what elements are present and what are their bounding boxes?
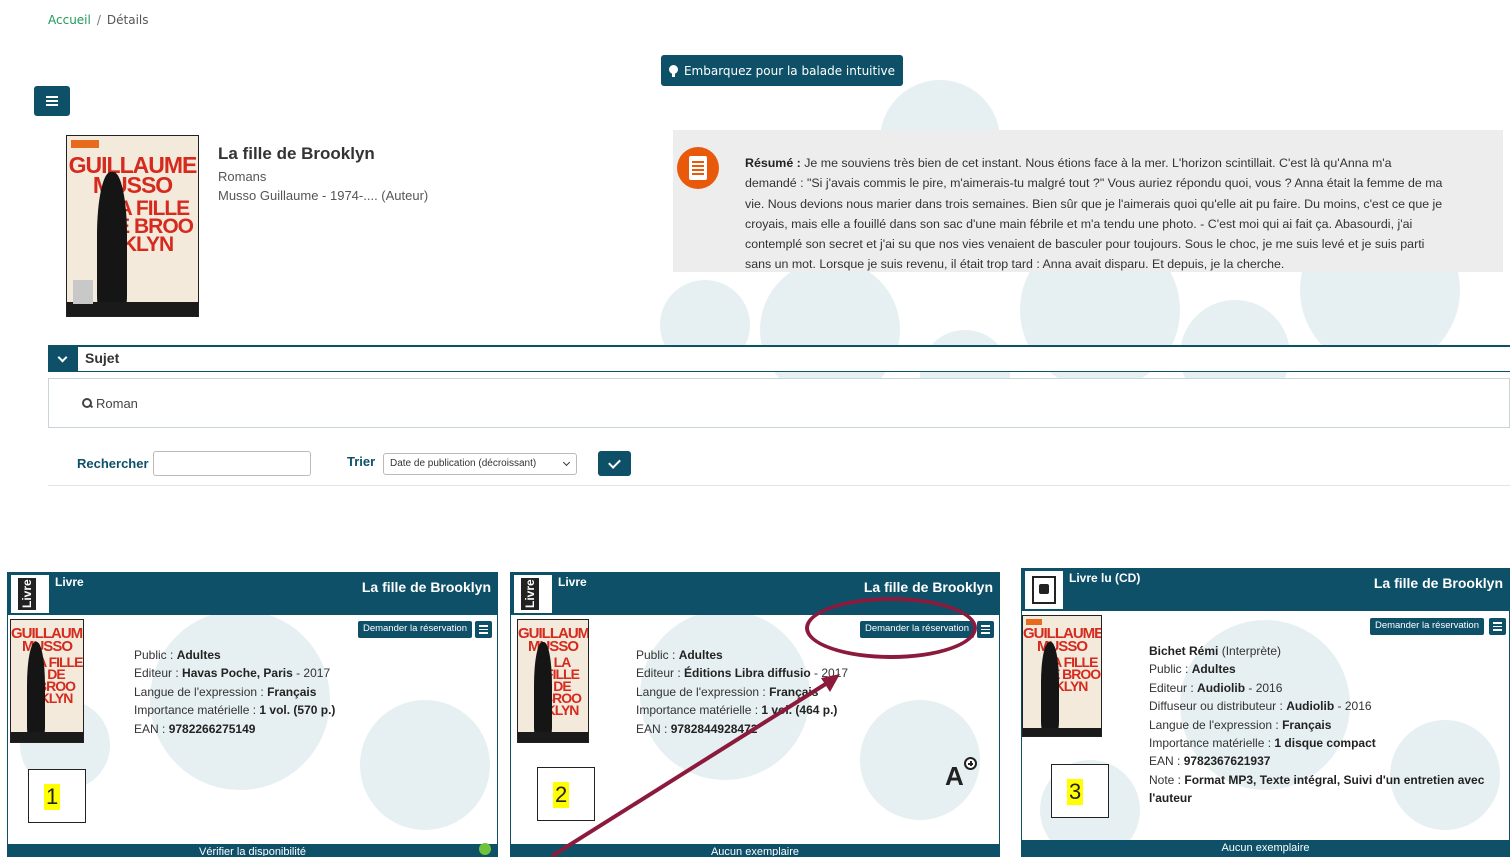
cover-title-text: LA FILLE DE BROO KLYN <box>101 197 194 257</box>
list-menu-button[interactable] <box>34 86 70 116</box>
book-cover-image: GUILLAUME MUSSO LA FILLE DE BROO KLYN <box>1022 615 1102 737</box>
book-author[interactable]: Musso Guillaume - 1974-.... (Auteur) <box>218 188 428 203</box>
card-details: Public : Adultes Editeur : Havas Poche, … <box>134 646 335 738</box>
annotation-number-box: 3 <box>1051 764 1109 818</box>
book-type-icon: Livre <box>514 575 552 613</box>
result-card-3: Livre lu (CD) La fille de Brooklyn Deman… <box>1021 568 1510 857</box>
search-label: Rechercher <box>77 456 149 471</box>
detail-line: Langue de l'expression : Français <box>1149 717 1332 732</box>
detail-line: Note : Format MP3, Texte intégral, Suivi… <box>1149 772 1485 806</box>
book-cover-image: GUILLAUME MUSSO LA FILLE DE BROO KLYN <box>10 619 84 743</box>
search-input[interactable] <box>153 451 311 476</box>
annotation-number-box: 1 <box>28 769 86 823</box>
city-skyline-icon <box>11 732 83 742</box>
card-type-label: Livre <box>558 575 587 589</box>
document-icon <box>677 147 719 189</box>
subject-accordion-header[interactable]: Sujet <box>48 345 1510 372</box>
no-copy-status: Aucun exemplaire <box>1022 840 1509 856</box>
detail-line: Diffuseur ou distributeur : Audiolib - 2… <box>1149 699 1372 714</box>
card-details: Bichet Rémi (Interprète) Public : Adulte… <box>1149 642 1499 808</box>
cover-title-text: LA FILLE DE BROO KLYN <box>29 654 83 707</box>
detail-line: Editeur : Havas Poche, Paris - 2017 <box>134 666 331 681</box>
chevron-down-icon <box>562 458 571 467</box>
detail-line: Public : Adultes <box>134 648 221 662</box>
breadcrumb: Accueil / Détails <box>48 13 149 27</box>
summary-panel: Résumé : Je me souviens très bien de cet… <box>673 130 1503 272</box>
card-type-label: Livre lu (CD) <box>1069 571 1141 585</box>
search-icon <box>82 398 93 409</box>
intuitive-tour-button[interactable]: Embarquez pour la balade intuitive <box>661 55 903 86</box>
subject-label: Sujet <box>85 350 120 366</box>
subject-link-roman[interactable]: Roman <box>82 396 138 411</box>
sort-label: Trier <box>347 454 376 469</box>
annotation-number: 1 <box>44 784 61 810</box>
card-header: Livre Livre La fille de Brooklyn <box>8 573 497 615</box>
result-card-1: Livre Livre La fille de Brooklyn Demande… <box>7 572 498 857</box>
woman-silhouette-icon <box>27 642 45 738</box>
subject-panel: Roman <box>48 378 1510 428</box>
subject-link-label: Roman <box>96 396 138 411</box>
card-title[interactable]: La fille de Brooklyn <box>864 579 993 595</box>
check-availability-link[interactable]: Vérifier la disponibilité <box>8 844 497 856</box>
detail-line: EAN : 9782266275149 <box>134 721 256 736</box>
publisher-logo-icon <box>71 140 99 148</box>
cover-title-text: LA FILLE DE BROO KLYN <box>1041 654 1101 695</box>
annotation-number: 3 <box>1067 779 1084 805</box>
chevron-down-icon[interactable] <box>48 347 78 372</box>
book-genre[interactable]: Romans <box>218 169 266 184</box>
audio-cd-icon <box>1025 571 1063 609</box>
cover-author-text: GUILLAUME MUSSO <box>68 152 198 198</box>
card-title[interactable]: La fille de Brooklyn <box>1374 575 1503 591</box>
reserve-button[interactable]: Demander la réservation <box>357 621 472 638</box>
intuitive-tour-label: Embarquez pour la balade intuitive <box>683 63 896 78</box>
breadcrumb-separator: / <box>96 13 101 27</box>
detail-line: Importance matérielle : 1 vol. (570 p.) <box>134 703 336 718</box>
summary-body: Je me souviens très bien de cet instant.… <box>745 156 1443 272</box>
reserve-button[interactable]: Demander la réservation <box>1369 618 1484 635</box>
detail-line: Public : Adultes <box>1149 662 1236 677</box>
woman-silhouette-icon <box>97 172 127 312</box>
card-type-label: Livre <box>55 575 84 589</box>
sort-select[interactable]: Date de publication (décroissant) <box>383 453 577 475</box>
book-type-icon: Livre <box>11 575 49 613</box>
annotation-ellipse <box>805 597 977 659</box>
list-icon[interactable] <box>1489 618 1506 635</box>
author-photo <box>73 280 93 304</box>
cover-author-text: GUILLAUME MUSSO <box>1023 625 1102 655</box>
detail-line: EAN : 9782367621937 <box>1149 754 1271 769</box>
zoom-text-icon[interactable]: A <box>945 757 977 792</box>
detail-line: Langue de l'expression : Français <box>134 684 317 699</box>
lightbulb-icon <box>668 64 678 77</box>
summary-label: Résumé : <box>745 156 801 170</box>
summary-text: Résumé : Je me souviens très bien de cet… <box>745 153 1445 275</box>
availability-dot-icon <box>479 843 491 855</box>
book-cover-image: GUILLAUME MUSSO LA FILLE DE BROO KLYN <box>66 135 199 317</box>
detail-line: Importance matérielle : 1 disque compact <box>1149 736 1376 751</box>
list-icon[interactable] <box>475 621 492 638</box>
card-header: Livre lu (CD) La fille de Brooklyn <box>1022 569 1509 611</box>
book-title: La fille de Brooklyn <box>218 144 375 163</box>
detail-line: Public : Adultes <box>636 648 723 662</box>
breadcrumb-home-link[interactable]: Accueil <box>48 13 91 27</box>
breadcrumb-current: Détails <box>106 13 149 27</box>
cover-author-text: GUILLAUME MUSSO <box>11 625 84 655</box>
annotation-arrow-icon <box>550 674 840 857</box>
city-skyline-icon <box>67 302 198 316</box>
divider <box>48 485 1510 486</box>
detail-line: Bichet Rémi (Interprète) <box>1149 644 1282 658</box>
apply-sort-button[interactable] <box>598 451 631 476</box>
sort-selected-value: Date de publication (décroissant) <box>390 458 537 469</box>
card-title[interactable]: La fille de Brooklyn <box>362 579 491 595</box>
city-skyline-icon <box>1023 728 1101 736</box>
detail-line: Editeur : Audiolib - 2016 <box>1149 680 1283 695</box>
list-icon[interactable] <box>977 621 994 638</box>
woman-silhouette-icon <box>1041 642 1059 732</box>
cover-author-text: GUILLAUME MUSSO <box>518 625 589 655</box>
